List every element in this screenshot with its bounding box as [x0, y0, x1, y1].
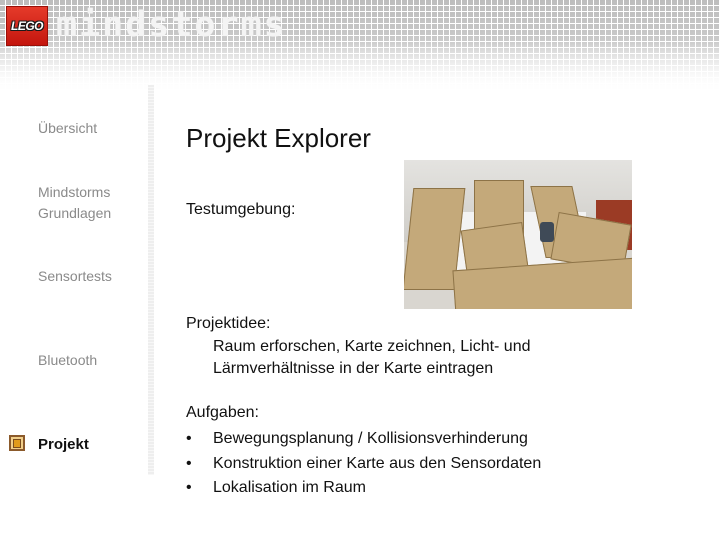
sidebar-divider [148, 85, 154, 475]
test-environment-photo [404, 160, 632, 309]
test-environment-label: Testumgebung: [186, 201, 296, 218]
bullet: • [186, 454, 192, 472]
header-banner: LEGO mindstorms [0, 0, 720, 92]
tasks-label: Aufgaben: [186, 404, 259, 421]
mindstorms-wordmark: mindstorms [56, 5, 287, 45]
list-item: • Konstruktion einer Karte aus den Senso… [186, 452, 541, 477]
sidebar-item-label: Sensortests [38, 268, 112, 284]
task-text: Bewegungsplanung / Kollisionsverhinderun… [213, 430, 528, 447]
task-text: Lokalisation im Raum [213, 479, 366, 496]
bullet: • [186, 479, 192, 496]
project-idea-text-line2: Lärmverhältnisse in der Karte eintragen [213, 360, 494, 377]
sidebar-item-label: Bluetooth [38, 352, 98, 368]
sidebar-item-label: Übersicht [38, 120, 98, 136]
project-idea-label: Projektidee: [186, 315, 271, 332]
robot [540, 222, 554, 242]
project-idea-text-line1: Raum erforschen, Karte zeichnen, Licht- … [213, 338, 531, 355]
sidebar-item-label: Projekt [38, 436, 89, 453]
sidebar-item-mindstorms-grundlagen[interactable]: Mindstorms Grundlagen [38, 182, 111, 224]
sidebar-item-sensortests[interactable]: Sensortests [38, 266, 112, 287]
sidebar-item-bluetooth[interactable]: Bluetooth [38, 350, 97, 371]
project-icon [9, 435, 25, 451]
sidebar-item-label: Grundlagen [38, 205, 112, 221]
page-title: Projekt Explorer [186, 123, 371, 153]
sidebar-item-uebersicht[interactable]: Übersicht [38, 118, 97, 139]
sidebar-item-projekt[interactable]: Projekt [38, 434, 89, 455]
lego-logo: LEGO [6, 6, 48, 46]
tasks-list: • Bewegungsplanung / Kollisionsverhinder… [186, 427, 541, 501]
bullet: • [186, 430, 192, 447]
list-item: • Bewegungsplanung / Kollisionsverhinder… [186, 427, 541, 452]
sidebar-item-label: Mindstorms [38, 184, 111, 200]
task-text: Konstruktion einer Karte aus den Sensord… [213, 454, 542, 472]
logo-text: LEGO [10, 19, 44, 33]
list-item: • Lokalisation im Raum [186, 476, 541, 501]
